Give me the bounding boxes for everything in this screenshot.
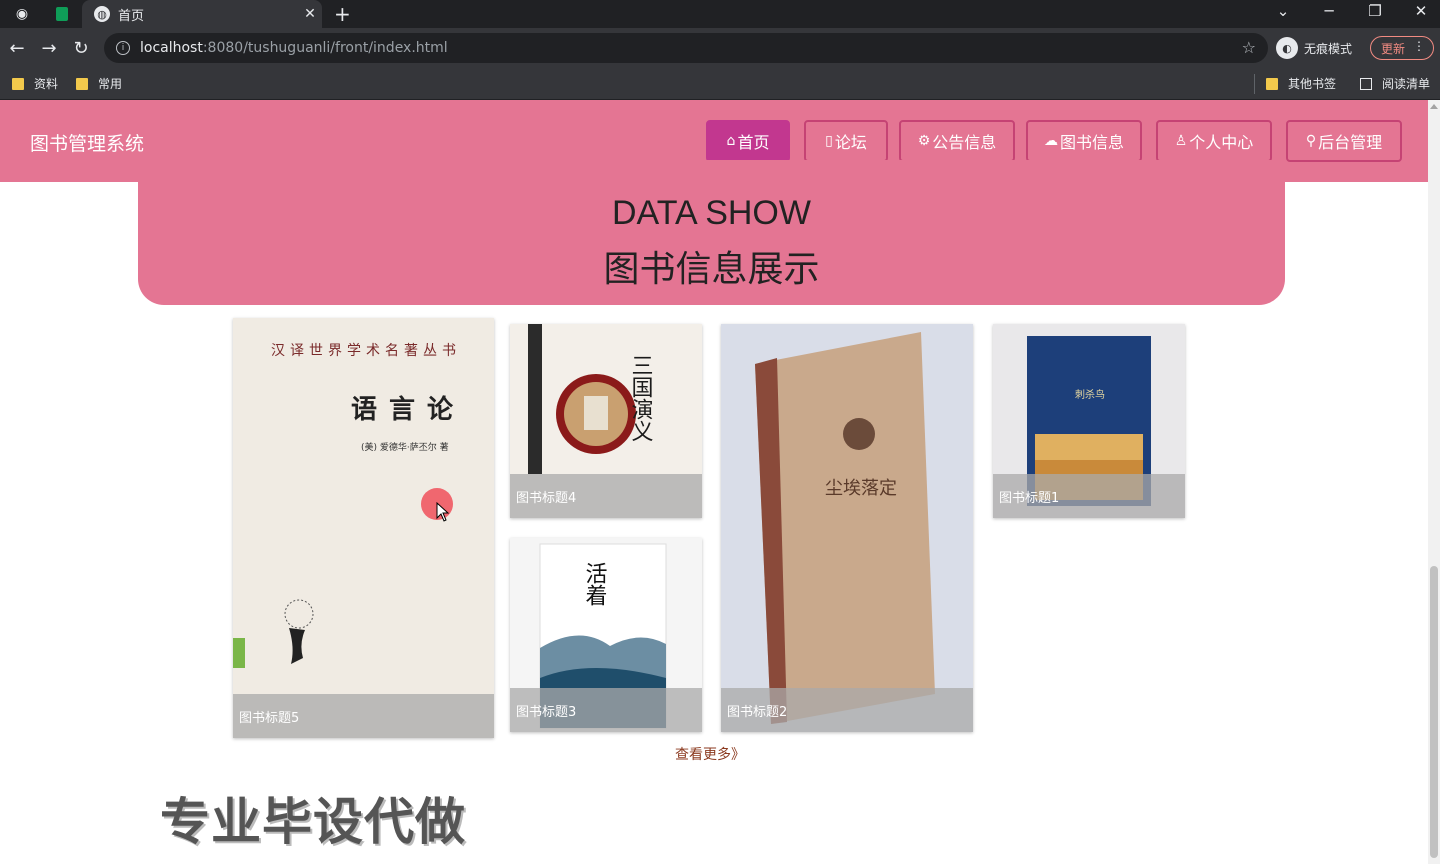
bookmark-folder-changyong[interactable]: 常用 — [76, 75, 122, 92]
svg-text:汉译世界学术名著丛书: 汉译世界学术名著丛书 — [271, 343, 461, 359]
reload-button[interactable]: ↻ — [70, 37, 92, 59]
nav-notice[interactable]: ⚙ 公告信息 — [899, 120, 1015, 162]
folder-icon — [12, 77, 24, 90]
close-icon[interactable]: ✕ — [298, 6, 322, 22]
bookmark-star-icon[interactable]: ☆ — [1242, 38, 1256, 57]
book-card[interactable]: 汉译世界学术名著丛书 语言论 (美) 爱德华·萨丕尔 著 图书标题5 — [233, 318, 494, 738]
tab-title: 首页 — [118, 8, 145, 24]
scroll-up-arrow-icon[interactable] — [1430, 104, 1438, 109]
info-icon[interactable]: i — [116, 41, 130, 55]
sheets-icon[interactable] — [52, 4, 72, 24]
bookmarks-bar: 资料 常用 其他书签 阅读清单 — [0, 68, 1440, 100]
minimize-button[interactable]: ─ — [1314, 2, 1344, 20]
incognito-indicator[interactable]: ◐ 无痕模式 — [1276, 35, 1352, 61]
cover-title: 三国演义 — [628, 354, 654, 442]
browser-tab-bar: ◉ ◍ 首页 ✕ + ⌄ ─ ❐ ✕ — [0, 0, 1440, 28]
book-card[interactable]: 活着 图书标题3 — [510, 538, 702, 732]
url-path: :8080/tushuguanli/front/index.html — [202, 40, 448, 56]
home-icon: ⌂ — [726, 133, 736, 149]
chrome-globe-icon[interactable]: ◉ — [12, 4, 32, 24]
nav-personal-center[interactable]: ♙ 个人中心 — [1156, 120, 1272, 162]
chevron-down-icon[interactable]: ⌄ — [1268, 2, 1298, 20]
update-button[interactable]: 更新 ⋮ — [1370, 36, 1434, 60]
back-button[interactable]: ← — [6, 37, 28, 59]
book-caption: 图书标题1 — [993, 474, 1185, 518]
url-host: localhost — [140, 40, 203, 56]
view-more-link[interactable]: 查看更多》 — [675, 744, 745, 764]
globe-icon: ◍ — [94, 6, 110, 22]
nav-home[interactable]: ⌂ 首页 — [706, 120, 790, 162]
nav-books[interactable]: ☁ 图书信息 — [1026, 120, 1142, 162]
restore-button[interactable]: ❐ — [1360, 2, 1390, 20]
other-bookmarks[interactable]: 其他书签 — [1266, 75, 1336, 92]
folder-icon — [1266, 77, 1278, 90]
site-logo[interactable]: 图书管理系统 — [30, 129, 144, 156]
browser-tab[interactable]: ◍ 首页 ✕ — [82, 0, 322, 28]
book-card[interactable]: 三国演义 图书标题4 — [510, 324, 702, 518]
user-icon: ♙ — [1174, 133, 1188, 149]
svg-text:(美) 爱德华·萨丕尔 著: (美) 爱德华·萨丕尔 著 — [361, 441, 449, 453]
mouse-pointer-icon — [436, 502, 450, 522]
forum-icon: ▯ — [825, 133, 833, 149]
scrollbar-thumb[interactable] — [1430, 566, 1438, 858]
browser-toolbar: ← → ↻ i localhost:8080/tushuguanli/front… — [0, 28, 1440, 68]
reading-list[interactable]: 阅读清单 — [1360, 75, 1430, 92]
book-caption: 图书标题4 — [510, 474, 702, 518]
book-caption: 图书标题2 — [721, 688, 973, 732]
bookmark-folder-ziliao[interactable]: 资料 — [12, 75, 58, 92]
book-card[interactable]: 刺杀鸟 图书标题1 — [993, 324, 1185, 518]
update-label: 更新 — [1381, 41, 1406, 56]
book-card[interactable]: 尘埃落定 图书标题2 — [721, 324, 973, 732]
new-tab-button[interactable]: + — [334, 2, 351, 26]
watermark-text: 专业毕设代做 — [160, 793, 466, 851]
address-bar[interactable]: i localhost:8080/tushuguanli/front/index… — [104, 33, 1268, 63]
incognito-label: 无痕模式 — [1304, 41, 1353, 56]
page-scrollbar[interactable] — [1428, 100, 1440, 864]
forward-button[interactable]: → — [38, 37, 60, 59]
nav-admin[interactable]: ⚲ 后台管理 — [1286, 120, 1402, 162]
cover-title: 尘埃落定 — [825, 478, 897, 499]
cover-title: 语言论 — [351, 395, 465, 425]
cloud-icon: ☁ — [1043, 133, 1058, 149]
menu-dots-icon[interactable]: ⋮ — [1413, 39, 1425, 53]
link-icon: ⚲ — [1305, 133, 1317, 149]
banner-title-en: DATA SHOW — [612, 194, 811, 232]
folder-icon — [76, 77, 88, 90]
notice-icon: ⚙ — [917, 133, 931, 149]
cover-title: 活着 — [582, 562, 608, 606]
book-cover-image: 汉译世界学术名著丛书 语言论 (美) 爱德华·萨丕尔 著 — [233, 318, 494, 738]
bookmarks-divider — [1254, 74, 1255, 94]
book-caption: 图书标题3 — [510, 688, 702, 732]
window-close-button[interactable]: ✕ — [1406, 2, 1436, 20]
page-content: 图书管理系统 ⌂ 首页 ▯ 论坛 ⚙ 公告信息 ☁ 图书信息 ♙ 个人中心 ⚲ 后台管理 D… — [0, 100, 1428, 864]
incognito-icon: ◐ — [1276, 37, 1298, 59]
book-caption: 图书标题5 — [233, 694, 494, 738]
cover-title: 刺杀鸟 — [1075, 388, 1105, 401]
nav-forum[interactable]: ▯ 论坛 — [804, 120, 888, 162]
banner-title-cn: 图书信息展示 — [603, 249, 820, 290]
book-cover-image: 尘埃落定 — [721, 324, 973, 732]
data-show-banner: DATA SHOW 图书信息展示 — [138, 160, 1285, 305]
reading-list-icon — [1360, 77, 1372, 90]
